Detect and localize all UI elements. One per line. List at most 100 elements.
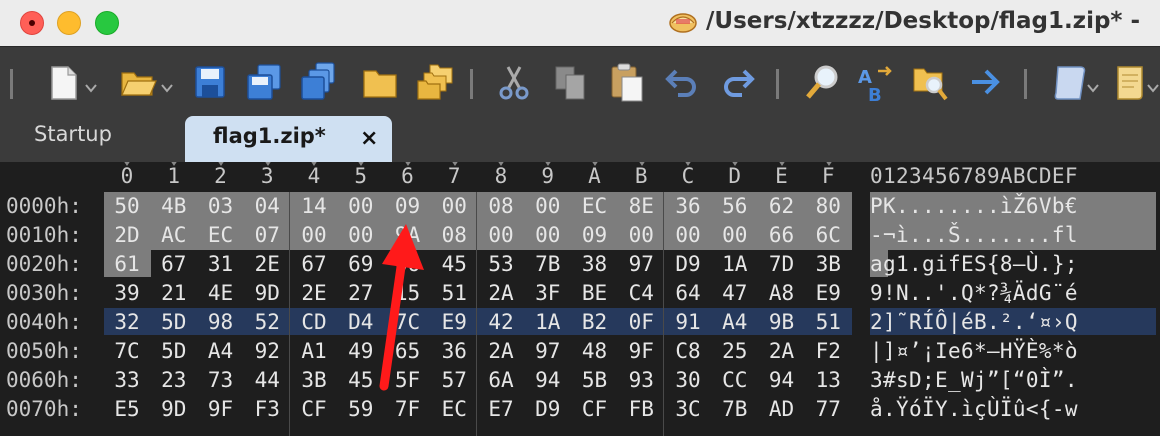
save-button[interactable] — [190, 61, 230, 103]
hex-byte[interactable]: 00 — [338, 194, 384, 218]
find-button[interactable] — [802, 61, 842, 103]
hex-byte[interactable]: D9 — [525, 397, 571, 421]
goto-button[interactable] — [966, 61, 1006, 103]
hex-byte[interactable]: 97 — [618, 252, 664, 276]
ascii-text[interactable]: PK........ìŽ6Vb€ — [870, 194, 1078, 218]
hex-byte[interactable]: 5D — [151, 339, 197, 363]
hex-byte[interactable]: 66 — [759, 223, 805, 247]
hex-byte[interactable]: 25 — [712, 339, 758, 363]
ascii-text[interactable]: -¬ì...Š.......fl — [870, 223, 1078, 247]
document-proxy-icon[interactable] — [668, 9, 698, 35]
hex-byte[interactable]: 3C — [665, 397, 711, 421]
hex-byte[interactable]: 2A — [759, 339, 805, 363]
hex-byte[interactable]: 2E — [244, 252, 290, 276]
hex-byte[interactable]: 80 — [805, 194, 851, 218]
hex-byte[interactable]: 31 — [198, 252, 244, 276]
new-file-button[interactable] — [44, 61, 84, 103]
hex-byte[interactable]: 3B — [291, 368, 337, 392]
folder-stack-button[interactable] — [414, 61, 454, 103]
hex-byte[interactable]: 51 — [805, 310, 851, 334]
hex-byte[interactable]: 44 — [244, 368, 290, 392]
hex-byte[interactable]: CC — [712, 368, 758, 392]
hex-byte[interactable]: CF — [291, 397, 337, 421]
hex-byte[interactable]: 6C — [805, 223, 851, 247]
hex-byte[interactable]: 00 — [712, 223, 758, 247]
hex-byte[interactable]: C8 — [665, 339, 711, 363]
hex-byte[interactable]: 59 — [338, 397, 384, 421]
table-row[interactable]: 0010h:2DACEC0700009A08000009000000666C-¬… — [0, 221, 1160, 250]
tab-flag1-zip[interactable]: flag1.zip* × — [185, 116, 392, 162]
minimize-window-button[interactable] — [57, 11, 81, 35]
table-row[interactable]: 0030h: 39 21 4E 9D 2E 27 15 51 2A 3F BE C4 64 47 A8 E9 9!… — [0, 279, 1160, 308]
hex-byte[interactable]: 7C — [104, 339, 150, 363]
hex-byte[interactable]: 07 — [244, 223, 290, 247]
hex-editor[interactable]: 0123456789ABCDEF 0123456789ABCDEF 0000h:… — [0, 162, 1160, 436]
hex-byte[interactable]: 00 — [291, 223, 337, 247]
hex-byte[interactable]: 3F — [525, 281, 571, 305]
hex-byte[interactable]: 47 — [712, 281, 758, 305]
hex-byte[interactable]: AD — [759, 397, 805, 421]
hex-byte[interactable]: A4 — [198, 339, 244, 363]
ascii-text[interactable]: 2]˜RÍÔ|éB.².‘¤›Q — [870, 310, 1078, 334]
hex-byte[interactable]: 13 — [805, 368, 851, 392]
hex-byte[interactable]: 0F — [618, 310, 664, 334]
hex-byte[interactable]: 56 — [712, 194, 758, 218]
hex-byte[interactable]: C4 — [618, 281, 664, 305]
hex-byte[interactable]: 00 — [618, 223, 664, 247]
save-as-button[interactable] — [244, 61, 284, 103]
hex-byte[interactable]: 2A — [478, 281, 524, 305]
hex-byte[interactable]: 23 — [151, 368, 197, 392]
hex-byte[interactable]: 7F — [385, 397, 431, 421]
tab-startup[interactable]: Startup — [34, 122, 112, 146]
hex-byte[interactable]: EC — [198, 223, 244, 247]
hex-byte[interactable]: 50 — [104, 194, 150, 218]
hex-byte[interactable]: 67 — [291, 252, 337, 276]
hex-byte[interactable]: EC — [572, 194, 618, 218]
table-row[interactable]: 0060h: 33 23 73 44 3B 45 5F 57 6A 94 5B 93 30 CC 94 13 3#… — [0, 366, 1160, 395]
hex-byte[interactable]: 5D — [151, 310, 197, 334]
hex-byte[interactable]: 8E — [618, 194, 664, 218]
hex-byte[interactable]: 1A — [525, 310, 571, 334]
hex-byte[interactable]: E9 — [805, 281, 851, 305]
hex-byte[interactable]: 6A — [478, 368, 524, 392]
chevron-down-icon[interactable] — [160, 83, 174, 93]
script-button[interactable] — [1050, 61, 1090, 103]
hex-byte[interactable]: 52 — [244, 310, 290, 334]
zoom-window-button[interactable] — [95, 11, 119, 35]
hex-byte[interactable]: 5B — [572, 368, 618, 392]
hex-byte[interactable]: 00 — [431, 194, 477, 218]
hex-byte[interactable]: 7B — [712, 397, 758, 421]
hex-byte[interactable]: 36 — [665, 194, 711, 218]
hex-byte[interactable]: 93 — [618, 368, 664, 392]
hex-byte[interactable]: 3B — [805, 252, 851, 276]
open-folder-button[interactable] — [118, 61, 158, 103]
hex-byte[interactable]: 61 — [104, 252, 150, 276]
scroll-button[interactable] — [1110, 61, 1150, 103]
save-all-button[interactable] — [298, 61, 338, 103]
hex-byte[interactable]: 04 — [244, 194, 290, 218]
hex-byte[interactable]: 03 — [198, 194, 244, 218]
hex-byte[interactable]: 48 — [572, 339, 618, 363]
hex-byte[interactable]: 38 — [572, 252, 618, 276]
hex-byte[interactable]: 39 — [104, 281, 150, 305]
find-in-files-button[interactable] — [910, 61, 950, 103]
hex-byte[interactable]: E5 — [104, 397, 150, 421]
hex-byte[interactable]: BE — [572, 281, 618, 305]
hex-byte[interactable]: 2D — [104, 223, 150, 247]
hex-byte[interactable]: D9 — [665, 252, 711, 276]
table-row[interactable]: 0020h:6167312E67696645537B3897D91A7D3Bag… — [0, 250, 1160, 279]
hex-byte[interactable]: 92 — [244, 339, 290, 363]
hex-byte[interactable]: 1A — [712, 252, 758, 276]
hex-byte[interactable]: 62 — [759, 194, 805, 218]
ascii-text[interactable]: 9!N..'.Q*?¾ÄdG¨é — [870, 281, 1078, 305]
find-replace-button[interactable]: AB — [856, 61, 896, 106]
copy-button[interactable] — [550, 61, 590, 103]
hex-byte[interactable]: F2 — [805, 339, 851, 363]
chevron-down-icon[interactable] — [1086, 83, 1100, 93]
chevron-down-icon[interactable] — [1146, 83, 1160, 93]
hex-byte[interactable]: 33 — [104, 368, 150, 392]
hex-byte[interactable]: 77 — [805, 397, 851, 421]
hex-byte[interactable]: 30 — [665, 368, 711, 392]
hex-byte[interactable]: 7B — [525, 252, 571, 276]
hex-byte[interactable]: 64 — [665, 281, 711, 305]
